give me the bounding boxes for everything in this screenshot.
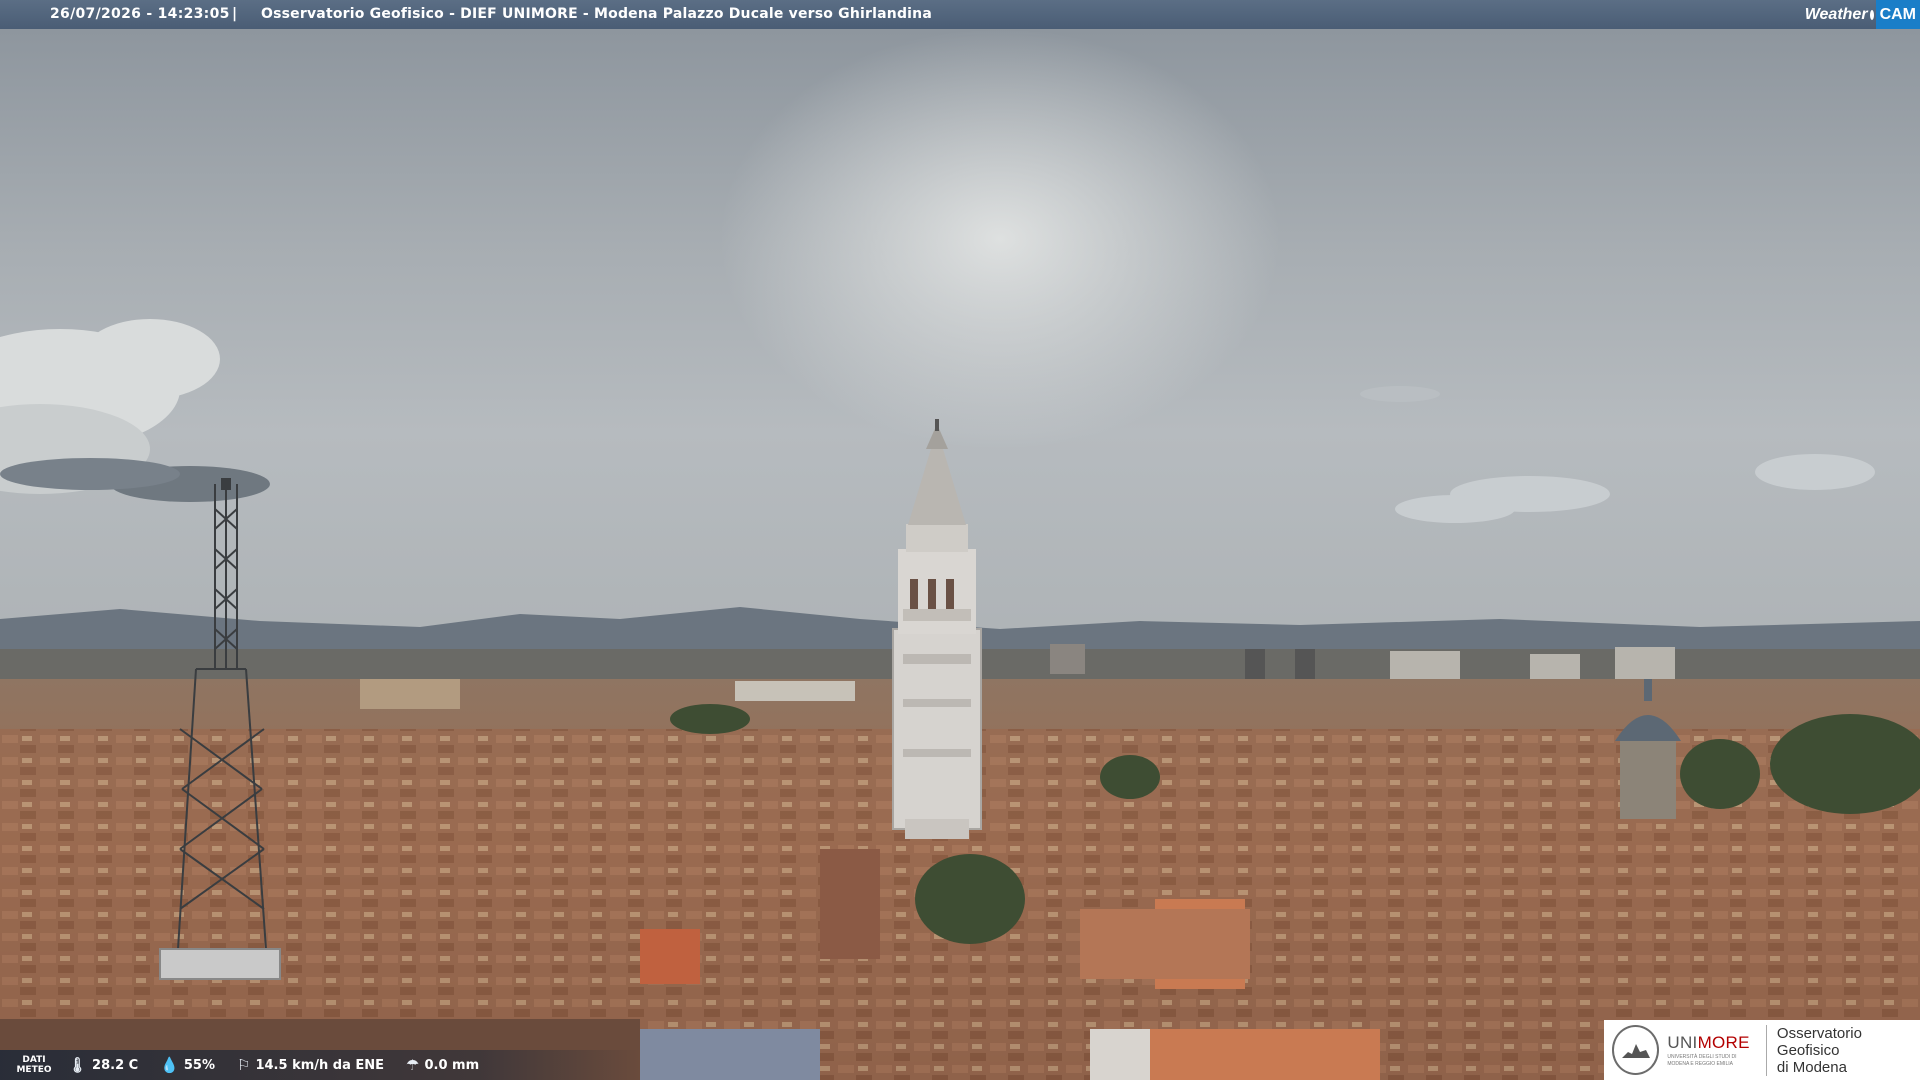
timestamp: 26/07/2026 - 14:23:05 <box>50 6 230 22</box>
camera-title: Osservatorio Geofisico - DIEF UNIMORE - … <box>261 6 932 22</box>
weathercam-logo: Weather CAM <box>1805 0 1920 29</box>
university-seal-icon <box>1612 1025 1660 1075</box>
rain-reading: ☂ 0.0 mm <box>406 1056 480 1074</box>
weather-data-bar: DATI METEO 🌡 28.2 C 💧 55% ⚐ 14.5 km/h da… <box>0 1050 640 1080</box>
city-skyline-scene <box>0 29 1920 1080</box>
university-name: UNIMORE UNIVERSITÀ DEGLI STUDI DI MODENA… <box>1667 1033 1750 1067</box>
humidity-reading: 💧 55% <box>160 1056 216 1074</box>
seal-figure <box>1621 1044 1650 1058</box>
title-bar: 26/07/2026 - 14:23:05 | Osservatorio Geo… <box>0 0 1920 29</box>
sky-glow <box>600 29 1400 629</box>
thermometer-icon: 🌡 <box>68 1056 88 1074</box>
humidity-icon: 💧 <box>160 1056 179 1074</box>
rain-icon: ☂ <box>406 1056 420 1074</box>
observatory-name: Osservatorio Geofisico di Modena <box>1765 1024 1920 1076</box>
wind-reading: ⚐ 14.5 km/h da ENE <box>237 1056 385 1074</box>
temperature-reading: 🌡 28.2 C <box>68 1056 139 1074</box>
weathercam-logo-weather: Weather <box>1804 5 1868 23</box>
weathercam-dot-icon <box>1869 9 1874 20</box>
unimore-logo-box: UNIMORE UNIVERSITÀ DEGLI STUDI DI MODENA… <box>1604 1020 1920 1080</box>
title-separator: | <box>232 6 238 22</box>
webcam-image <box>0 29 1920 1080</box>
weather-data-label: DATI METEO <box>16 1055 52 1075</box>
wind-icon: ⚐ <box>237 1056 251 1074</box>
weathercam-logo-cam: CAM <box>1875 0 1920 29</box>
